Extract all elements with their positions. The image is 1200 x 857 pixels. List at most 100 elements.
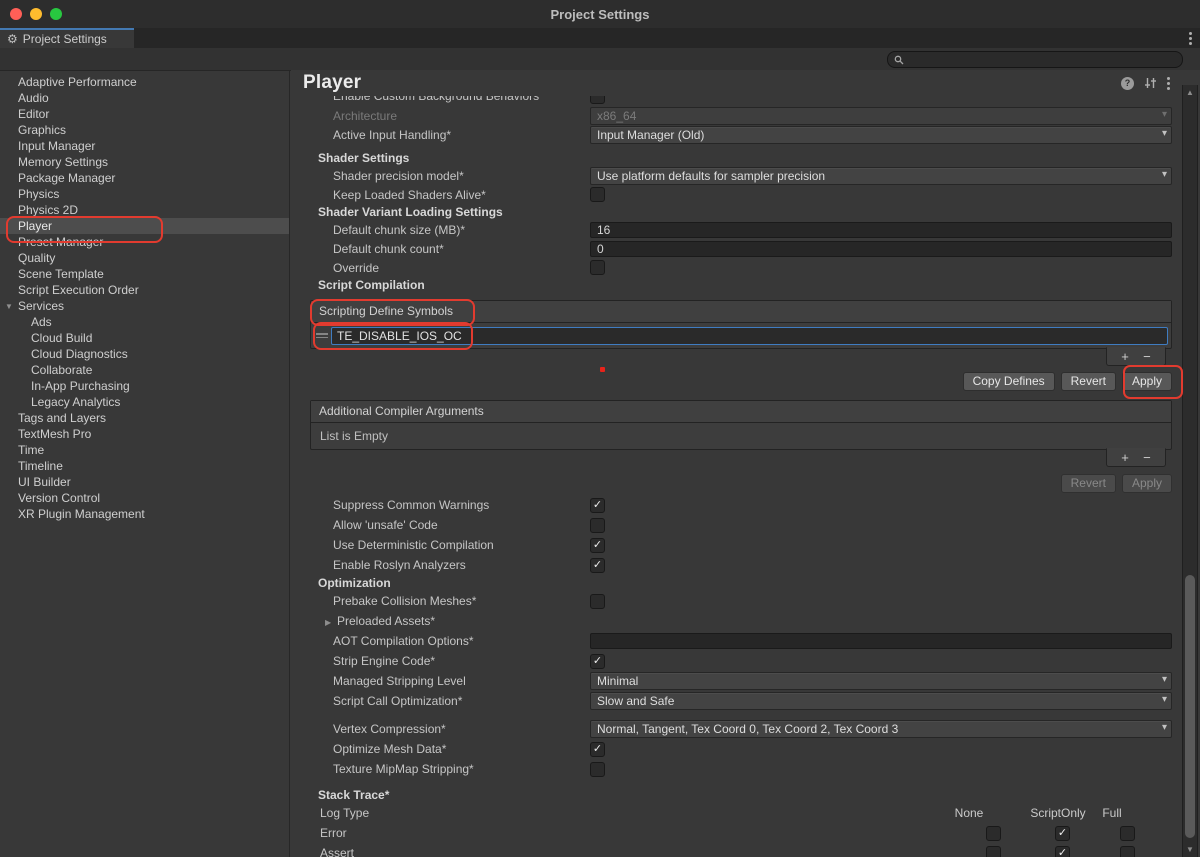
dropdown-managed-stripping-level[interactable]: Minimal▾ xyxy=(590,672,1172,690)
sidebar-item-cloud-build[interactable]: Cloud Build xyxy=(0,330,289,346)
sidebar-item-in-app-purchasing[interactable]: In-App Purchasing xyxy=(0,378,289,394)
copy-defines-button[interactable]: Copy Defines xyxy=(963,372,1055,391)
dropdown-script-call-optimization[interactable]: Slow and Safe▾ xyxy=(590,692,1172,710)
checkbox[interactable]: ✓ xyxy=(590,654,605,669)
checkbox[interactable]: ✓ xyxy=(590,558,605,573)
sidebar-item-scene-template[interactable]: Scene Template xyxy=(0,266,289,282)
sidebar-item-package-manager[interactable]: Package Manager xyxy=(0,170,289,186)
define-symbol-field[interactable]: TE_DISABLE_IOS_OC xyxy=(331,327,1168,345)
vertical-scrollbar[interactable]: ▲ ▼ xyxy=(1182,85,1198,857)
search-input[interactable] xyxy=(887,51,1183,68)
sidebar-item-memory-settings[interactable]: Memory Settings xyxy=(0,154,289,170)
checkbox[interactable] xyxy=(590,187,605,202)
text-input-default-chunk-size-mb[interactable]: 16 xyxy=(590,222,1172,238)
sidebar-item-physics[interactable]: Physics xyxy=(0,186,289,202)
row-allow-unsafe-code: Allow 'unsafe' Code xyxy=(298,515,1172,535)
checkbox[interactable] xyxy=(590,518,605,533)
stack-trace-columns: Log TypeNoneScriptOnlyFull xyxy=(298,803,1172,823)
sidebar-item-timeline[interactable]: Timeline xyxy=(0,458,289,474)
checkbox[interactable] xyxy=(590,594,605,609)
checkbox[interactable]: ✓ xyxy=(1055,826,1070,841)
sidebar-item-label: Preset Manager xyxy=(18,235,103,249)
text-input-default-chunk-count[interactable]: 0 xyxy=(590,241,1172,257)
checkbox[interactable] xyxy=(1120,826,1135,841)
sidebar-item-graphics[interactable]: Graphics xyxy=(0,122,289,138)
sidebar-item-xr-plugin-management[interactable]: XR Plugin Management xyxy=(0,506,289,522)
dropdown-active-input-handling[interactable]: Input Manager (Old)▾ xyxy=(590,126,1172,144)
row-override: Override xyxy=(298,258,1172,277)
tab-project-settings[interactable]: ⚙ Project Settings xyxy=(0,28,134,48)
sidebar-item-quality[interactable]: Quality xyxy=(0,250,289,266)
column-label-none: None xyxy=(938,803,1000,823)
row-prebake-collision-meshes: Prebake Collision Meshes* xyxy=(298,591,1172,611)
remove-button[interactable]: − xyxy=(1143,451,1151,464)
dropdown-value: Minimal xyxy=(597,674,638,688)
checkbox[interactable] xyxy=(590,260,605,275)
help-icon[interactable]: ? xyxy=(1121,77,1134,90)
sidebar-item-script-execution-order[interactable]: Script Execution Order xyxy=(0,282,289,298)
checkbox[interactable] xyxy=(590,762,605,777)
text-input-aot-compilation-options[interactable] xyxy=(590,633,1172,649)
checkbox[interactable] xyxy=(986,846,1001,857)
row-keep-loaded-shaders-alive: Keep Loaded Shaders Alive* xyxy=(298,185,1172,204)
apply-button[interactable]: Apply xyxy=(1122,372,1172,391)
revert-button[interactable]: Revert xyxy=(1061,372,1116,391)
list-empty-label: List is Empty xyxy=(314,425,1168,447)
field-control xyxy=(590,187,1172,202)
scroll-up-icon[interactable]: ▲ xyxy=(1183,88,1197,97)
add-button[interactable]: + xyxy=(1121,451,1129,464)
add-button[interactable]: + xyxy=(1121,350,1129,363)
sidebar-item-time[interactable]: Time xyxy=(0,442,289,458)
sidebar-item-legacy-analytics[interactable]: Legacy Analytics xyxy=(0,394,289,410)
sidebar-item-version-control[interactable]: Version Control xyxy=(0,490,289,506)
scroll-down-icon[interactable]: ▼ xyxy=(1183,845,1197,854)
checkbox[interactable]: ✓ xyxy=(590,498,605,513)
list-box-header[interactable]: Scripting Define Symbols xyxy=(311,301,1171,323)
preset-icon[interactable] xyxy=(1144,77,1157,89)
sidebar-item-audio[interactable]: Audio xyxy=(0,90,289,106)
list-box-body: List is Empty xyxy=(311,423,1171,449)
sidebar-item-label: Editor xyxy=(18,107,49,121)
sidebar-item-services[interactable]: ▼Services xyxy=(0,298,289,314)
tab-menu-icon[interactable] xyxy=(1189,32,1192,45)
sidebar-item-physics-2d[interactable]: Physics 2D xyxy=(0,202,289,218)
tab-label: Project Settings xyxy=(23,32,107,46)
sidebar-item-editor[interactable]: Editor xyxy=(0,106,289,122)
sidebar-item-ads[interactable]: Ads xyxy=(0,314,289,330)
row-script-call-optimization: Script Call Optimization*Slow and Safe▾ xyxy=(298,691,1172,711)
list-footer-buttons: +− xyxy=(1106,448,1166,467)
list-element[interactable]: TE_DISABLE_IOS_OC xyxy=(314,325,1168,346)
field-label: Use Deterministic Compilation xyxy=(298,538,590,552)
sidebar-item-ui-builder[interactable]: UI Builder xyxy=(0,474,289,490)
sidebar-item-input-manager[interactable]: Input Manager xyxy=(0,138,289,154)
checkbox[interactable] xyxy=(1120,846,1135,857)
dropdown-architecture: x86_64▾ xyxy=(590,107,1172,125)
remove-button[interactable]: − xyxy=(1143,350,1151,363)
checkbox[interactable] xyxy=(986,826,1001,841)
checkbox[interactable]: ✓ xyxy=(590,538,605,553)
drag-handle-icon[interactable] xyxy=(316,333,328,338)
sidebar-item-collaborate[interactable]: Collaborate xyxy=(0,362,289,378)
sidebar-item-cloud-diagnostics[interactable]: Cloud Diagnostics xyxy=(0,346,289,362)
dropdown-shader-precision-model[interactable]: Use platform defaults for sampler precis… xyxy=(590,167,1172,185)
list-box-scripting-define-symbols: Scripting Define Symbols TE_DISABLE_IOS_O… xyxy=(310,300,1172,349)
dropdown-value: Input Manager (Old) xyxy=(597,128,704,142)
foldout-closed-icon[interactable]: ▶ xyxy=(325,618,337,627)
panel-menu-icon[interactable] xyxy=(1167,77,1170,90)
sidebar-item-tags-and-layers[interactable]: Tags and Layers xyxy=(0,410,289,426)
scrollbar-thumb[interactable] xyxy=(1185,575,1195,838)
checkbox[interactable]: ✓ xyxy=(1055,846,1070,857)
sidebar-item-label: Physics 2D xyxy=(18,203,78,217)
sidebar-item-adaptive-performance[interactable]: Adaptive Performance xyxy=(0,74,289,90)
row-enable-custom-background-behaviors: Enable Custom Background Behaviors xyxy=(298,96,1172,106)
list-box-header[interactable]: Additional Compiler Arguments xyxy=(311,401,1171,423)
dropdown-vertex-compression[interactable]: Normal, Tangent, Tex Coord 0, Tex Coord … xyxy=(590,720,1172,738)
sidebar-item-player[interactable]: Player xyxy=(0,218,289,234)
foldout-open-icon[interactable]: ▼ xyxy=(5,299,18,315)
sidebar-item-textmesh-pro[interactable]: TextMesh Pro xyxy=(0,426,289,442)
checkbox[interactable]: ✓ xyxy=(590,742,605,757)
sidebar-item-label: Package Manager xyxy=(18,171,115,185)
checkbox[interactable] xyxy=(590,96,605,104)
sidebar-item-preset-manager[interactable]: Preset Manager xyxy=(0,234,289,250)
row-use-deterministic-compilation: Use Deterministic Compilation✓ xyxy=(298,535,1172,555)
